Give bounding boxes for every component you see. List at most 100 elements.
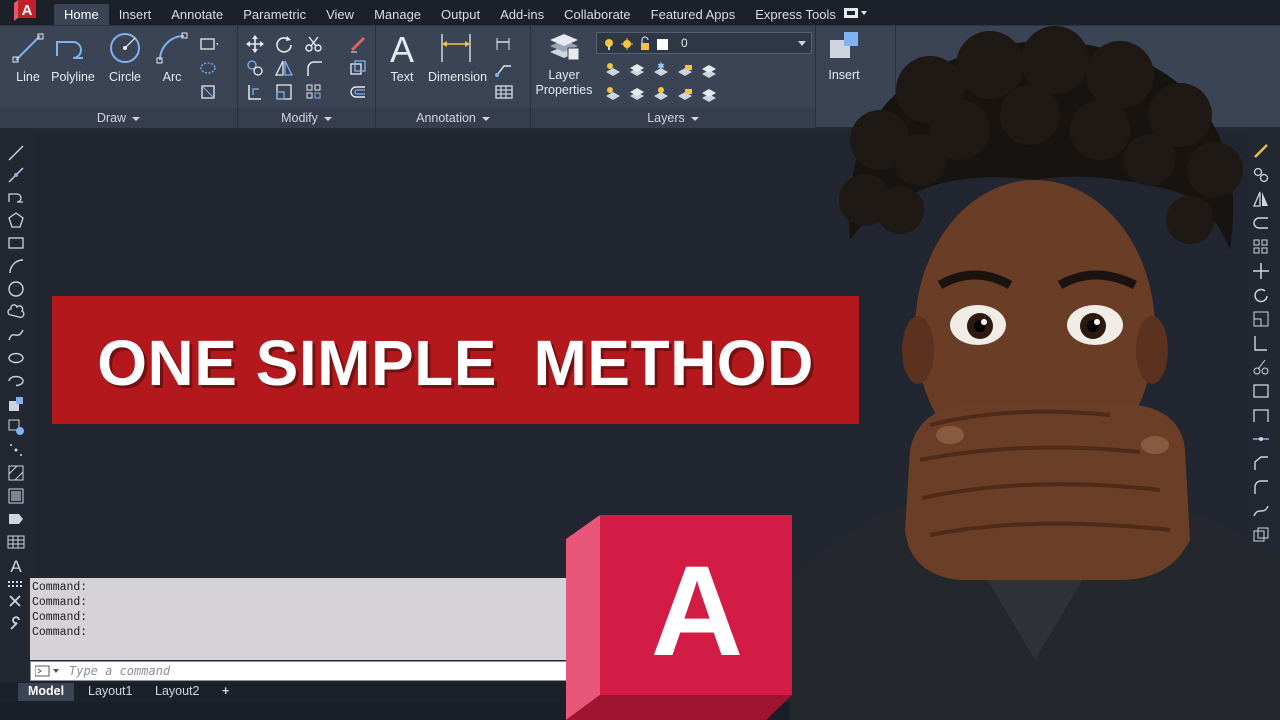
tab-view[interactable]: View xyxy=(316,4,364,25)
arc-icon[interactable] xyxy=(7,257,25,275)
polyline-icon[interactable] xyxy=(7,188,25,206)
chevron-down-icon xyxy=(690,116,699,121)
copy-tool[interactable] xyxy=(245,58,265,78)
tab-featured-apps[interactable]: Featured Apps xyxy=(641,4,746,25)
fillet-icon xyxy=(307,61,322,76)
layer-tool-2[interactable] xyxy=(627,60,647,80)
layer-freeze-icon: ✱ xyxy=(654,61,668,76)
layer-tool-10[interactable] xyxy=(699,84,719,104)
linear-dimension-icon xyxy=(496,38,510,50)
dimension-tool[interactable]: Dimension xyxy=(428,30,488,85)
tab-model[interactable]: Model xyxy=(18,683,75,701)
layer-lock-icon xyxy=(678,65,692,76)
command-placeholder: Type a command xyxy=(69,664,171,678)
tab-annotate[interactable]: Annotate xyxy=(161,4,233,25)
construction-line-icon[interactable] xyxy=(7,166,25,184)
ellipse-arc-icon[interactable] xyxy=(7,372,25,390)
layers-panel-footer[interactable]: Layers xyxy=(531,108,815,128)
modify-panel-footer[interactable]: Modify xyxy=(238,108,375,128)
draw-panel-title: Draw xyxy=(96,111,127,125)
mirror-icon xyxy=(274,60,294,76)
line-icon[interactable] xyxy=(7,144,25,162)
layer-tool-4[interactable] xyxy=(675,60,695,80)
layer-tool-8[interactable] xyxy=(651,84,671,104)
scale-tool[interactable] xyxy=(274,82,294,102)
move-tool[interactable] xyxy=(245,34,265,54)
text-icon: A xyxy=(390,30,414,66)
array-tool[interactable] xyxy=(304,82,324,102)
linear-dim-tool[interactable] xyxy=(494,34,514,54)
autocad-app-icon[interactable]: A xyxy=(14,0,40,22)
gradient-icon[interactable] xyxy=(7,487,25,505)
hatch-tool[interactable] xyxy=(198,58,218,78)
polygon-icon[interactable] xyxy=(7,211,25,229)
grip-icon[interactable] xyxy=(7,580,25,588)
command-input[interactable]: Type a command xyxy=(30,661,570,681)
tab-parametric[interactable]: Parametric xyxy=(233,4,316,25)
layer-unisolate-icon xyxy=(630,88,644,100)
polyline-tool[interactable]: Polyline xyxy=(47,30,99,85)
tab-home[interactable]: Home xyxy=(54,4,109,25)
insert-block-icon[interactable] xyxy=(7,395,25,413)
circle-icon[interactable] xyxy=(7,280,25,298)
multiline-text-icon[interactable]: A xyxy=(7,556,25,574)
stretch-tool[interactable] xyxy=(245,82,265,102)
text-tool[interactable]: A Text xyxy=(376,30,428,85)
ellipse-icon[interactable] xyxy=(7,349,25,367)
tab-add-ins[interactable]: Add-ins xyxy=(490,4,554,25)
offset-tool[interactable] xyxy=(348,82,368,102)
ribbon-display-toggle-icon[interactable] xyxy=(844,7,868,19)
close-icon[interactable] xyxy=(8,594,22,608)
region-tool[interactable] xyxy=(198,82,218,102)
stretch-icon xyxy=(248,85,261,100)
rotate-tool[interactable] xyxy=(274,34,294,54)
move-icon xyxy=(246,35,264,53)
layers-panel-title: Layers xyxy=(647,111,685,125)
explode-tool[interactable] xyxy=(348,58,368,78)
layer-tool-9[interactable] xyxy=(675,84,695,104)
arc-tool[interactable]: Arc xyxy=(146,30,198,85)
tab-output[interactable]: Output xyxy=(431,4,490,25)
layer-tool-6[interactable] xyxy=(603,84,623,104)
add-layout-button[interactable]: + xyxy=(212,683,239,701)
layer-dropdown[interactable]: 0 xyxy=(596,32,812,54)
trim-tool[interactable] xyxy=(304,34,324,54)
polyline-label: Polyline xyxy=(51,70,95,84)
tab-collaborate[interactable]: Collaborate xyxy=(554,4,641,25)
layer-tool-5[interactable] xyxy=(699,60,719,80)
draw-panel-footer[interactable]: Draw xyxy=(0,108,237,128)
command-prompt-icon[interactable] xyxy=(35,665,61,677)
revision-cloud-icon[interactable] xyxy=(7,303,25,321)
draw-panel: Line Polyline Circle Arc Draw xyxy=(0,26,238,128)
copy-icon xyxy=(247,60,263,76)
layer-tool-1[interactable] xyxy=(603,60,623,80)
rectangle-icon[interactable] xyxy=(7,234,25,252)
layer-properties-tool[interactable]: Layer Properties xyxy=(533,30,595,98)
table-icon[interactable] xyxy=(7,533,25,551)
make-block-icon[interactable] xyxy=(7,418,25,436)
erase-tool[interactable] xyxy=(348,34,368,54)
rotate-icon xyxy=(276,36,292,53)
spline-icon[interactable] xyxy=(7,326,25,344)
point-icon[interactable] xyxy=(7,441,25,459)
scissors-icon xyxy=(305,36,322,52)
rectangle-tool[interactable] xyxy=(198,34,220,54)
dimension-label: Dimension xyxy=(428,70,488,84)
command-history-line: Command: xyxy=(32,596,88,609)
annotation-panel-footer[interactable]: Annotation xyxy=(376,108,530,128)
circle-tool[interactable]: Circle xyxy=(99,30,151,85)
tab-layout1[interactable]: Layout1 xyxy=(78,683,142,701)
region-icon[interactable] xyxy=(7,510,25,528)
mirror-tool[interactable] xyxy=(274,58,294,78)
tab-manage[interactable]: Manage xyxy=(364,4,431,25)
layer-tool-3[interactable]: ✱ xyxy=(651,60,671,80)
tab-layout2[interactable]: Layout2 xyxy=(145,683,209,701)
leader-tool[interactable] xyxy=(494,58,514,78)
fillet-tool[interactable] xyxy=(304,58,324,78)
tab-insert[interactable]: Insert xyxy=(109,4,162,25)
table-tool[interactable] xyxy=(494,82,514,102)
title-banner: ONE SIMPLE METHOD xyxy=(52,296,859,424)
layer-tool-7[interactable] xyxy=(627,84,647,104)
hatch-icon[interactable] xyxy=(7,464,25,482)
wrench-icon[interactable] xyxy=(8,616,22,630)
